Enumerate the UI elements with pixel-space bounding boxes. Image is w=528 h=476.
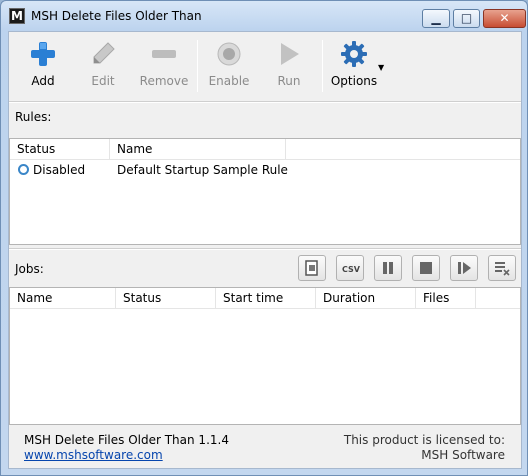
rules-label: Rules: — [15, 110, 52, 124]
circle-icon — [217, 42, 241, 66]
column-header-files[interactable]: Files — [416, 288, 476, 309]
minimize-icon: ▁ — [431, 11, 441, 25]
rule-status: Disabled — [33, 163, 86, 177]
toolbar-separator — [322, 40, 323, 92]
rules-list[interactable]: Status Name Disabled Default Startup Sam… — [9, 138, 521, 245]
divider — [9, 248, 521, 250]
add-button[interactable]: Add — [14, 38, 72, 94]
status-disabled-icon — [18, 164, 29, 175]
clear-icon — [305, 260, 318, 276]
window-title: MSH Delete Files Older Than — [31, 9, 202, 23]
licensee-name: MSH Software — [421, 448, 505, 462]
run-button[interactable]: Run — [260, 38, 318, 94]
jobs-list-header: Name Status Start time Duration Files — [10, 288, 520, 309]
list-delete-icon — [495, 262, 510, 276]
maximize-icon: □ — [460, 11, 473, 25]
rule-name: Default Startup Sample Rule — [117, 163, 288, 177]
license-label: This product is licensed to: — [343, 433, 505, 447]
remove-job-button[interactable] — [488, 255, 516, 281]
stop-button[interactable] — [412, 255, 440, 281]
remove-label: Remove — [139, 74, 189, 88]
enable-button[interactable]: Enable — [200, 38, 258, 94]
resume-icon — [458, 262, 471, 274]
resume-button[interactable] — [450, 255, 478, 281]
column-header-status[interactable]: Status — [10, 139, 110, 160]
csv-icon: CSV — [342, 265, 360, 274]
column-header-name[interactable]: Name — [10, 288, 116, 309]
gear-icon — [341, 41, 367, 67]
title-bar[interactable]: M MSH Delete Files Older Than ▁ □ ✕ — [1, 1, 527, 31]
main-panel: Add Edit Remove Enable Run Options ▼ Rul… — [8, 31, 522, 469]
edit-button[interactable]: Edit — [74, 38, 132, 94]
export-csv-button[interactable]: CSV — [336, 255, 364, 281]
enable-label: Enable — [208, 74, 250, 88]
column-header-name[interactable]: Name — [110, 139, 286, 160]
jobs-label: Jobs: — [15, 262, 44, 276]
rule-status-cell: Disabled — [18, 161, 85, 179]
jobs-list[interactable]: Name Status Start time Duration Files — [9, 287, 521, 425]
add-label: Add — [31, 74, 55, 88]
add-plus-icon — [31, 42, 55, 66]
csv-icon-text: CSV — [342, 265, 360, 274]
run-label: Run — [277, 74, 301, 88]
minus-icon — [152, 50, 176, 58]
app-logo-icon: M — [9, 8, 25, 24]
edit-label: Edit — [91, 74, 115, 88]
rules-list-header: Status Name — [10, 139, 520, 160]
remove-button[interactable]: Remove — [135, 38, 193, 94]
product-version: MSH Delete Files Older Than 1.1.4 — [24, 433, 229, 447]
options-label: Options — [330, 74, 378, 88]
minimize-button[interactable]: ▁ — [422, 9, 450, 28]
chevron-down-icon[interactable]: ▼ — [378, 63, 384, 72]
column-header-duration[interactable]: Duration — [316, 288, 416, 309]
close-icon: ✕ — [499, 11, 510, 25]
clear-button[interactable] — [298, 255, 326, 281]
options-button[interactable]: Options — [325, 38, 383, 94]
website-link[interactable]: www.mshsoftware.com — [24, 448, 163, 462]
toolbar-separator — [197, 40, 198, 92]
stop-icon — [420, 262, 432, 274]
pause-icon — [383, 262, 393, 274]
app-window: M MSH Delete Files Older Than ▁ □ ✕ Add — [0, 0, 528, 476]
close-button[interactable]: ✕ — [483, 9, 526, 28]
column-header-start-time[interactable]: Start time — [216, 288, 316, 309]
pencil-icon — [93, 42, 115, 64]
pause-button[interactable] — [374, 255, 402, 281]
toolbar: Add Edit Remove Enable Run Options ▼ — [9, 32, 521, 100]
play-icon — [281, 43, 299, 65]
column-header-status[interactable]: Status — [116, 288, 216, 309]
maximize-button[interactable]: □ — [453, 9, 480, 28]
divider — [9, 101, 521, 103]
table-row[interactable]: Disabled Default Startup Sample Rule — [10, 161, 520, 179]
